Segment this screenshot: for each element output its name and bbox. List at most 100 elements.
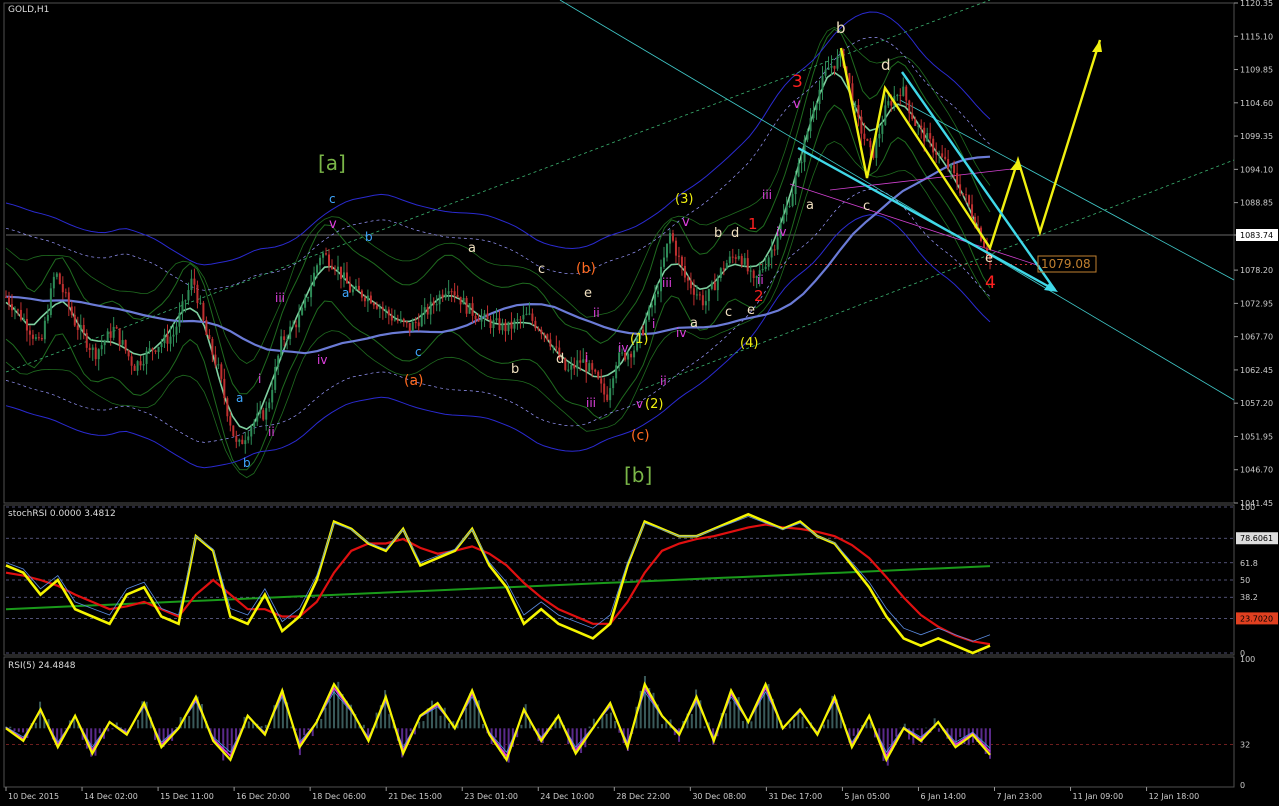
- candle-body: [304, 298, 306, 308]
- rsi-histogram-bar: [222, 728, 224, 760]
- candle-body: [20, 310, 22, 320]
- candle-body: [346, 272, 348, 283]
- candle-body: [588, 363, 590, 372]
- candle-body: [370, 296, 372, 304]
- candle-body: [603, 384, 605, 395]
- candle-body: [633, 351, 635, 358]
- candle-body: [735, 257, 737, 259]
- candle-body: [944, 157, 946, 159]
- wave-label: 1: [748, 215, 758, 233]
- candle-body: [83, 325, 85, 333]
- rsi-histogram-bar: [214, 728, 216, 738]
- candle-body: [376, 305, 378, 308]
- candle-body: [379, 307, 381, 308]
- candle-body: [687, 278, 689, 281]
- rsi-title: RSI(5) 24.4848: [8, 661, 76, 671]
- candle-body: [672, 233, 674, 240]
- rsi-histogram-bar: [925, 728, 927, 729]
- candle-body: [424, 307, 426, 314]
- candle-body: [295, 325, 297, 328]
- wave-label: a: [342, 286, 349, 300]
- candle-body: [543, 334, 545, 335]
- candle-body: [427, 307, 429, 314]
- candle-body: [478, 319, 480, 321]
- candle-body: [319, 258, 321, 265]
- candle-body: [403, 319, 405, 322]
- y-tick-label: 1046.70: [1240, 466, 1273, 475]
- candle-body: [717, 278, 719, 290]
- candle-body: [513, 321, 515, 329]
- candle-body: [747, 258, 749, 271]
- stoch-level-label: 23.7020: [1240, 614, 1273, 623]
- candle-body: [74, 315, 76, 326]
- candle-body: [920, 126, 922, 128]
- rsi-histogram-bar: [789, 723, 791, 728]
- wave-label: i: [258, 372, 261, 386]
- candle-body: [484, 313, 486, 316]
- x-tick-label: 11 Jan 09:00: [1073, 792, 1124, 801]
- candle-body: [732, 257, 734, 258]
- candle-body: [116, 327, 118, 329]
- rsi-level-label: 32: [1240, 741, 1250, 750]
- candle-body: [457, 295, 459, 297]
- rsi-histogram-bar: [495, 728, 497, 737]
- x-tick-label: 23 Dec 01:00: [464, 792, 518, 801]
- candle-body: [352, 289, 354, 292]
- candle-body: [729, 257, 731, 263]
- y-tick-label: 1094.10: [1240, 165, 1273, 174]
- candle-body: [881, 125, 883, 134]
- rsi-histogram-bar: [235, 728, 237, 740]
- rsi-histogram-bar: [435, 705, 437, 728]
- wave-label: v: [636, 397, 643, 411]
- candle-body: [101, 345, 103, 349]
- rsi-histogram-bar: [691, 714, 693, 728]
- candle-body: [702, 295, 704, 305]
- x-tick-label: 12 Jan 18:00: [1149, 792, 1200, 801]
- candle-body: [720, 268, 722, 278]
- candle-body: [152, 348, 154, 350]
- candle-body: [418, 322, 420, 326]
- x-tick-label: 10 Dec 2015: [8, 792, 59, 801]
- candle-body: [226, 398, 228, 416]
- candle-body: [648, 307, 650, 319]
- candle-body: [265, 408, 267, 419]
- candle-body: [522, 315, 524, 320]
- y-tick-label: 1109.85: [1240, 66, 1273, 75]
- candle-body: [684, 266, 686, 278]
- candle-body: [256, 414, 258, 422]
- candle-body: [92, 348, 94, 350]
- candle-body: [801, 162, 803, 163]
- x-tick-label: 7 Jan 23:00: [996, 792, 1042, 801]
- candle-body: [591, 363, 593, 370]
- wave-label: v: [329, 217, 337, 232]
- wave-label: i: [585, 351, 588, 365]
- wave-label: a: [468, 241, 476, 256]
- rsi-histogram-bar: [329, 700, 331, 728]
- candle-body: [813, 110, 815, 118]
- candle-body: [41, 338, 43, 339]
- wave-label: (c): [631, 428, 650, 444]
- candle-body: [146, 351, 148, 364]
- wave-label: b: [365, 230, 373, 244]
- candle-body: [181, 301, 183, 312]
- candle-body: [187, 290, 189, 300]
- rsi-histogram-bar: [763, 693, 765, 729]
- candle-body: [32, 335, 34, 339]
- candle-body: [277, 356, 279, 367]
- candle-body: [253, 422, 255, 427]
- wave-label: c: [538, 262, 545, 277]
- candle-body: [663, 258, 665, 267]
- y-tick-label: 1062.45: [1240, 366, 1273, 375]
- candle-body: [110, 331, 112, 337]
- candle-body: [615, 365, 617, 378]
- candle-body: [172, 335, 174, 337]
- chart-canvas[interactable]: 1079.08 [a][b](a)(b)(c)(1)(2)(3)(4)cvbac…: [0, 0, 1279, 802]
- candle-body: [923, 128, 925, 142]
- candle-body: [286, 339, 288, 340]
- candle-body: [397, 320, 399, 321]
- candle-body: [190, 279, 192, 290]
- candle-body: [651, 305, 653, 307]
- candle-body: [460, 297, 462, 305]
- candle-body: [23, 319, 25, 320]
- candle-body: [956, 173, 958, 184]
